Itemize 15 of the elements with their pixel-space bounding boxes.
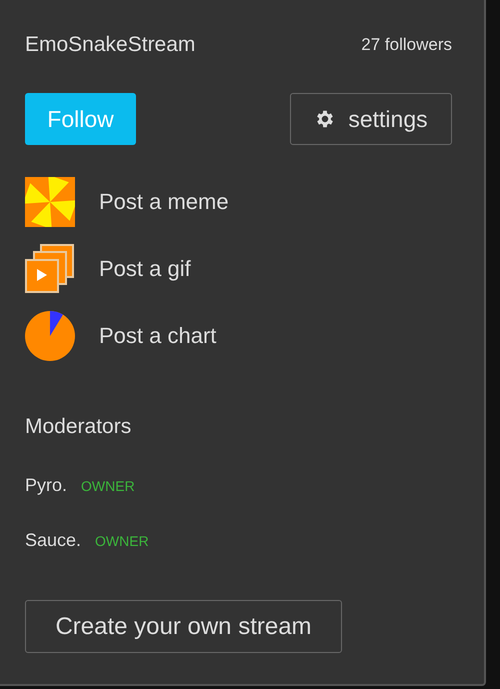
role-label: OWNER <box>95 533 149 549</box>
pie-chart-icon <box>25 311 75 361</box>
moderator-name[interactable]: Pyro. <box>25 475 68 496</box>
follower-count: 27 followers <box>361 35 452 55</box>
post-link[interactable]: Post a meme <box>99 189 229 215</box>
settings-button[interactable]: settings <box>290 93 452 145</box>
section-heading: Moderators <box>25 415 132 439</box>
moderator-name[interactable]: Sauce. <box>25 530 82 551</box>
role-label: OWNER <box>81 478 135 494</box>
post-link[interactable]: Post a gif <box>99 256 191 282</box>
create-stream-button[interactable]: Create your own stream <box>25 600 342 653</box>
pinwheel-icon <box>25 177 75 227</box>
post-link[interactable]: Post a chart <box>99 323 216 349</box>
stacked-frames-icon <box>25 244 75 294</box>
stream-title: EmoSnakeStream <box>25 33 196 57</box>
